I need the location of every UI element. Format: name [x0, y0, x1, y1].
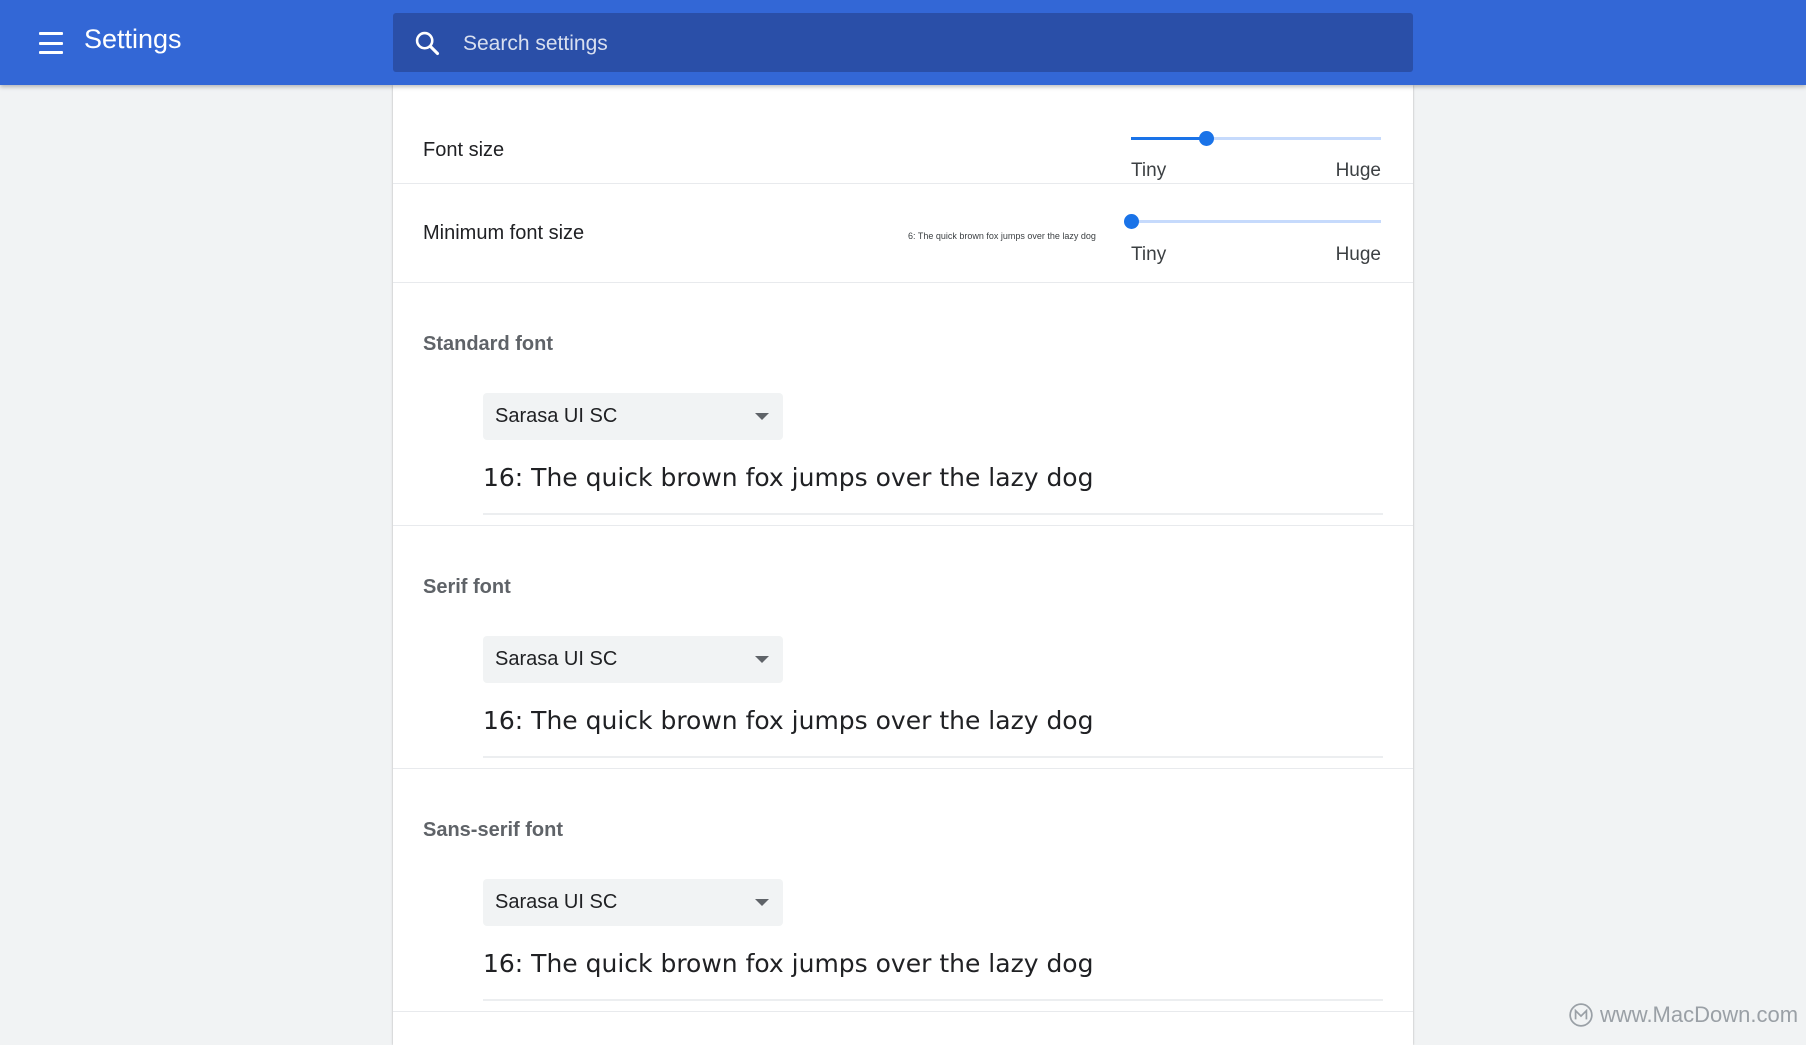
- standard-font-select[interactable]: Sarasa UI SC: [483, 393, 783, 440]
- select-value: Sarasa UI SC: [495, 891, 618, 913]
- chevron-down-icon: [755, 413, 769, 420]
- slider-fill: [1131, 137, 1206, 140]
- minimum-font-size-slider[interactable]: [1124, 210, 1381, 234]
- slider-knob[interactable]: [1199, 131, 1214, 146]
- divider: [483, 756, 1383, 758]
- menu-icon[interactable]: [36, 28, 66, 58]
- section-title: Standard font: [423, 333, 553, 355]
- divider: [483, 513, 1383, 515]
- font-sample-text: 16: The quick brown fox jumps over the l…: [483, 706, 1094, 735]
- font-sample-text: 16: The quick brown fox jumps over the l…: [483, 463, 1094, 492]
- slider-min-label: Tiny: [1131, 160, 1167, 181]
- macdown-logo-icon: [1569, 1003, 1593, 1027]
- chevron-down-icon: [755, 899, 769, 906]
- standard-font-section: Standard font Sarasa UI SC 16: The quick…: [393, 283, 1413, 526]
- chevron-down-icon: [755, 656, 769, 663]
- sans-serif-font-select[interactable]: Sarasa UI SC: [483, 879, 783, 926]
- section-title: Serif font: [423, 576, 511, 598]
- page-title: Settings: [84, 24, 182, 54]
- serif-font-section: Serif font Sarasa UI SC 16: The quick br…: [393, 526, 1413, 769]
- fonts-settings-card: Font size Tiny Huge Minimum font size 6:…: [393, 85, 1413, 1045]
- sans-serif-font-section: Sans-serif font Sarasa UI SC 16: The qui…: [393, 769, 1413, 1012]
- slider-knob[interactable]: [1124, 214, 1139, 229]
- slider-max-label: Huge: [1335, 160, 1381, 181]
- slider-min-label: Tiny: [1131, 244, 1167, 265]
- watermark: www.MacDown.com: [1568, 1000, 1800, 1030]
- minimum-font-size-label: Minimum font size: [423, 222, 585, 244]
- select-value: Sarasa UI SC: [495, 405, 618, 427]
- watermark-text: www.MacDown.com: [1600, 1002, 1799, 1027]
- section-title: Sans-serif font: [423, 819, 564, 841]
- select-value: Sarasa UI SC: [495, 648, 618, 670]
- search-icon: [415, 31, 440, 56]
- slider-track: [1131, 220, 1381, 223]
- font-sample-text: 16: The quick brown fox jumps over the l…: [483, 949, 1094, 978]
- serif-font-select[interactable]: Sarasa UI SC: [483, 636, 783, 683]
- search-input[interactable]: [461, 13, 1395, 74]
- minimum-font-size-row: Minimum font size 6: The quick brown fox…: [393, 184, 1413, 283]
- divider: [483, 999, 1383, 1001]
- font-size-row: Font size Tiny Huge: [393, 85, 1413, 184]
- app-header: Settings: [0, 0, 1806, 85]
- font-size-label: Font size: [423, 139, 505, 161]
- slider-max-label: Huge: [1335, 244, 1381, 265]
- font-size-slider[interactable]: [1131, 127, 1381, 151]
- search-box[interactable]: [393, 13, 1413, 74]
- minimum-font-preview: 6: The quick brown fox jumps over the la…: [908, 231, 1096, 241]
